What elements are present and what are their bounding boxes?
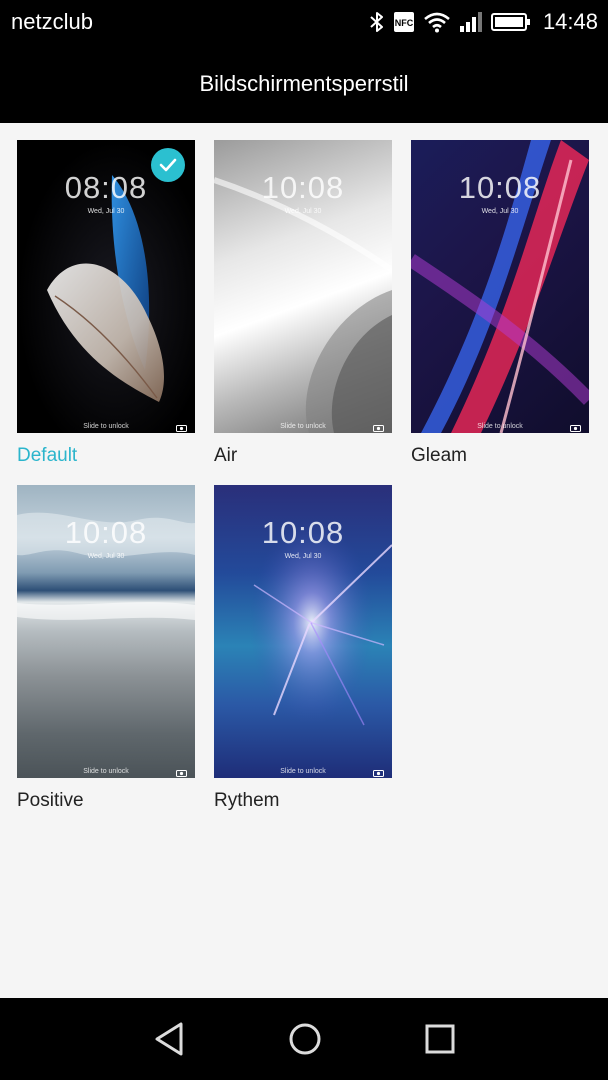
style-thumbnail[interactable]: 08:08 Wed, Jul 30 Slide to unlock — [17, 140, 195, 433]
checkmark-icon — [159, 158, 177, 172]
preview-date: Wed, Jul 30 — [87, 553, 125, 560]
preview-date: Wed, Jul 30 — [87, 208, 125, 215]
wifi-icon — [424, 12, 450, 33]
style-air[interactable]: 10:08 Wed, Jul 30 Slide to unlock Air — [214, 140, 392, 467]
carrier-name: netzclub — [11, 9, 93, 34]
camera-icon — [176, 770, 187, 777]
style-label: Rythem — [214, 790, 280, 811]
preview-date: Wed, Jul 30 — [481, 208, 519, 215]
preview-date: Wed, Jul 30 — [284, 553, 322, 560]
style-rythem[interactable]: 10:08 Wed, Jul 30 Slide to unlock Rythem — [214, 485, 392, 812]
status-icons: NFC 14:48 — [369, 8, 598, 36]
style-label: Default — [17, 445, 78, 466]
bluetooth-icon — [370, 12, 383, 32]
preview-time: 10:08 — [458, 170, 542, 205]
camera-icon — [176, 425, 187, 432]
battery-icon — [490, 13, 530, 31]
style-thumbnail[interactable]: 10:08 Wed, Jul 30 Slide to unlock — [214, 140, 392, 433]
preview-slide-text: Slide to unlock — [280, 768, 326, 775]
preview-slide-text: Slide to unlock — [477, 423, 523, 430]
style-grid: 08:08 Wed, Jul 30 Slide to unlock Defaul… — [0, 123, 608, 998]
style-default[interactable]: 08:08 Wed, Jul 30 Slide to unlock Defaul… — [17, 140, 195, 467]
style-thumbnail[interactable]: 10:08 Wed, Jul 30 Slide to unlock — [214, 485, 392, 778]
camera-icon — [570, 425, 581, 432]
recents-icon[interactable] — [419, 1018, 461, 1060]
style-positive[interactable]: 10:08 Wed, Jul 30 Slide to unlock Positi… — [17, 485, 195, 812]
style-thumbnail[interactable]: 10:08 Wed, Jul 30 Slide to unlock — [411, 140, 589, 433]
status-bar: netzclub NFC 14:48 — [0, 0, 608, 44]
preview-slide-text: Slide to unlock — [280, 423, 326, 430]
style-gleam[interactable]: 10:08 Wed, Jul 30 Slide to unlock Gleam — [411, 140, 589, 467]
selected-check — [151, 148, 185, 182]
status-time: 14:48 — [542, 9, 598, 34]
camera-icon — [373, 425, 384, 432]
preview-slide-text: Slide to unlock — [83, 768, 129, 775]
page-title: Bildschirmentsperrstil — [199, 70, 409, 96]
preview-time: 10:08 — [261, 170, 345, 205]
nfc-icon: NFC — [393, 12, 414, 32]
back-icon[interactable] — [149, 1018, 191, 1060]
style-label: Gleam — [411, 445, 467, 466]
navigation-bar — [0, 998, 608, 1080]
style-label: Positive — [17, 790, 84, 811]
style-label: Air — [214, 445, 238, 466]
nfc-label: NFC — [395, 18, 414, 28]
preview-slide-text: Slide to unlock — [83, 423, 129, 430]
camera-icon — [373, 770, 384, 777]
preview-date: Wed, Jul 30 — [284, 208, 322, 215]
preview-time: 10:08 — [261, 515, 345, 550]
style-thumbnail[interactable]: 10:08 Wed, Jul 30 Slide to unlock — [17, 485, 195, 778]
signal-icon — [459, 12, 482, 32]
title-bar: Bildschirmentsperrstil — [0, 44, 608, 123]
preview-time: 10:08 — [64, 515, 148, 550]
home-icon[interactable] — [284, 1018, 326, 1060]
